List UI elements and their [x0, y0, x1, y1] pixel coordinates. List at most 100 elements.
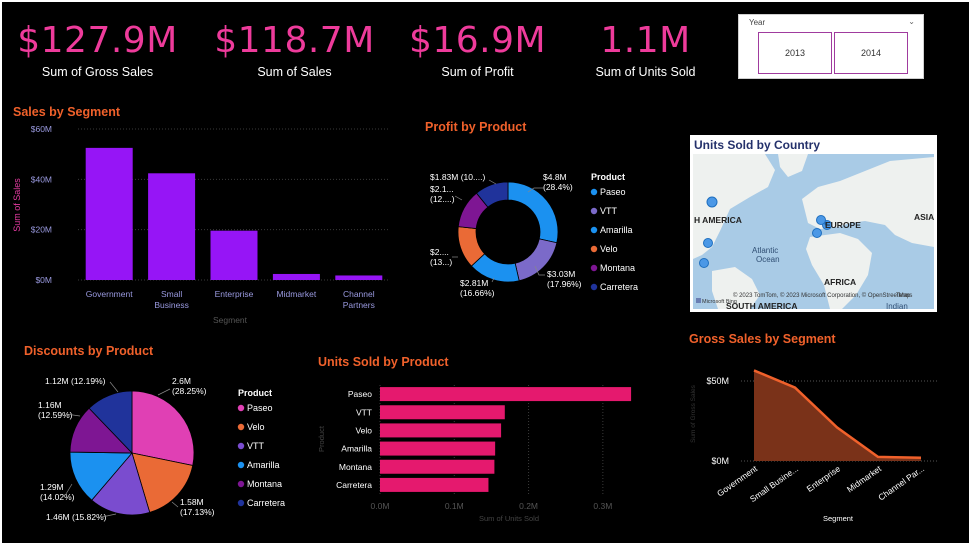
- legend-marker: [590, 264, 598, 272]
- data-label: 1.12M (12.19%): [45, 376, 106, 386]
- bar[interactable]: [272, 273, 320, 280]
- bar[interactable]: [380, 405, 505, 420]
- bar[interactable]: [380, 477, 489, 492]
- x-tick-label: Business: [154, 300, 189, 310]
- legend-item[interactable]: Amarilla: [600, 225, 633, 235]
- x-tick-label: Channel: [343, 289, 375, 299]
- gross-sales-by-segment-chart[interactable]: $0M$50MSum of Gross SalesGovernmentSmall…: [690, 369, 937, 523]
- data-label: $2....: [430, 247, 449, 257]
- x-tick-label: Midmarket: [845, 463, 884, 494]
- bar[interactable]: [210, 230, 258, 280]
- legend-item[interactable]: Carretera: [600, 282, 638, 292]
- x-tick-label: 0.2M: [519, 501, 538, 511]
- discounts-by-product-chart[interactable]: Product Paseo Velo VTT Amarilla Montana Carret…: [38, 376, 285, 522]
- legend-item[interactable]: Paseo: [600, 187, 626, 197]
- data-label: $3.03M: [547, 269, 575, 279]
- units-by-country-map[interactable]: H AMERICA EUROPE ASIA Atlantic Ocean AFR…: [690, 135, 937, 312]
- legend-marker: [237, 499, 245, 507]
- legend-item[interactable]: Montana: [600, 263, 635, 273]
- bar[interactable]: [380, 441, 496, 456]
- country-bubble-usa[interactable]: [703, 238, 713, 248]
- pie-slice[interactable]: [131, 390, 195, 466]
- leader-line: [171, 501, 179, 508]
- x-tick-label: Enterprise: [805, 463, 843, 494]
- bar[interactable]: [380, 387, 632, 402]
- map-label: ASIA: [914, 212, 934, 222]
- legend-marker: [237, 442, 245, 450]
- legend-marker: [590, 188, 598, 196]
- map-label: Ocean: [756, 255, 780, 264]
- bing-logo-icon: [696, 298, 701, 303]
- bar[interactable]: [335, 275, 383, 280]
- legend-marker: [590, 245, 598, 253]
- bar[interactable]: [148, 173, 196, 280]
- y-tick-label: VTT: [356, 407, 372, 417]
- legend-item[interactable]: VTT: [600, 206, 618, 216]
- y-tick-label: $40M: [31, 174, 52, 184]
- x-tick-label: Small: [161, 289, 182, 299]
- y-axis-label: Product: [317, 425, 326, 452]
- country-bubble-spain[interactable]: [812, 228, 822, 238]
- x-axis-label: Sum of Units Sold: [479, 514, 539, 523]
- map-label: Atlantic: [752, 246, 778, 255]
- leader-line: [488, 179, 497, 185]
- data-label: (28.4%): [543, 182, 573, 192]
- y-tick-label: Montana: [339, 462, 372, 472]
- profit-by-product-chart[interactable]: Product Paseo VTT Amarilla Velo Montana Carret…: [430, 172, 638, 298]
- country-bubble-canada[interactable]: [706, 196, 718, 208]
- y-tick-label: $0M: [711, 456, 729, 466]
- y-tick-label: Carretera: [336, 480, 372, 490]
- data-label: (12.59%): [38, 410, 73, 420]
- sales-by-segment-chart[interactable]: $0M $20M $40M $60M Sum of Sales Government Sma…: [12, 124, 390, 325]
- country-bubble-mexico[interactable]: [699, 258, 709, 268]
- data-label: 1.58M: [180, 497, 204, 507]
- legend-item[interactable]: Velo: [600, 244, 618, 254]
- legend-item[interactable]: Paseo: [247, 403, 273, 413]
- x-tick-label: Midmarket: [277, 289, 317, 299]
- data-label: $2.1...: [430, 184, 454, 194]
- x-tick-label: 0.0M: [371, 501, 390, 511]
- map-title: Units Sold by Country: [694, 138, 820, 152]
- legend-item[interactable]: Velo: [247, 422, 265, 432]
- legend-marker: [237, 461, 245, 469]
- map-label: AFRICA: [824, 277, 856, 287]
- leader-line: [454, 195, 463, 201]
- legend-marker: [237, 480, 245, 488]
- bar[interactable]: [85, 147, 133, 280]
- x-tick-label: Partners: [343, 300, 375, 310]
- x-tick-label: 0.3M: [593, 501, 612, 511]
- data-label: 1.16M: [38, 400, 62, 410]
- x-axis-label: Segment: [823, 514, 854, 523]
- data-label: $1.83M (10....): [430, 172, 485, 182]
- data-label: 2.6M: [172, 376, 191, 386]
- x-tick-label: 0.1M: [445, 501, 464, 511]
- bar[interactable]: [380, 423, 502, 438]
- data-label: (13...): [430, 257, 452, 267]
- dashboard: $127.9M Sum of Gross Sales $118.7M Sum o…: [2, 2, 969, 543]
- data-label: (17.13%): [180, 507, 215, 517]
- y-axis-label: Sum of Gross Sales: [690, 384, 697, 443]
- x-axis-label: Segment: [213, 315, 248, 325]
- map-terms-link[interactable]: Terms: [896, 293, 912, 299]
- x-tick-label: Government: [86, 289, 133, 299]
- map-label: Indian: [886, 302, 908, 311]
- units-by-product-chart[interactable]: 0.0M 0.1M 0.2M 0.3M Sum of Units Sold Product…: [317, 385, 632, 523]
- map-label: H AMERICA: [694, 215, 742, 225]
- data-label: (17.96%): [547, 279, 582, 289]
- leader-line: [109, 381, 119, 393]
- legend-marker: [590, 283, 598, 291]
- legend-item[interactable]: Amarilla: [247, 460, 280, 470]
- data-label: 1.29M: [40, 482, 64, 492]
- legend-item[interactable]: Montana: [247, 479, 282, 489]
- bar[interactable]: [380, 459, 495, 474]
- legend-marker: [237, 423, 245, 431]
- map-canvas[interactable]: H AMERICA EUROPE ASIA Atlantic Ocean AFR…: [690, 135, 937, 312]
- data-label: (12....): [430, 194, 455, 204]
- x-tick-label: Channel Par...: [876, 463, 926, 502]
- y-axis-label: Sum of Sales: [12, 178, 22, 232]
- legend-marker: [237, 404, 245, 412]
- map-bing-label: Microsoft Bing: [702, 299, 737, 305]
- legend-item[interactable]: VTT: [247, 441, 265, 451]
- legend-item[interactable]: Carretera: [247, 498, 285, 508]
- data-label: 1.46M (15.82%): [46, 512, 107, 522]
